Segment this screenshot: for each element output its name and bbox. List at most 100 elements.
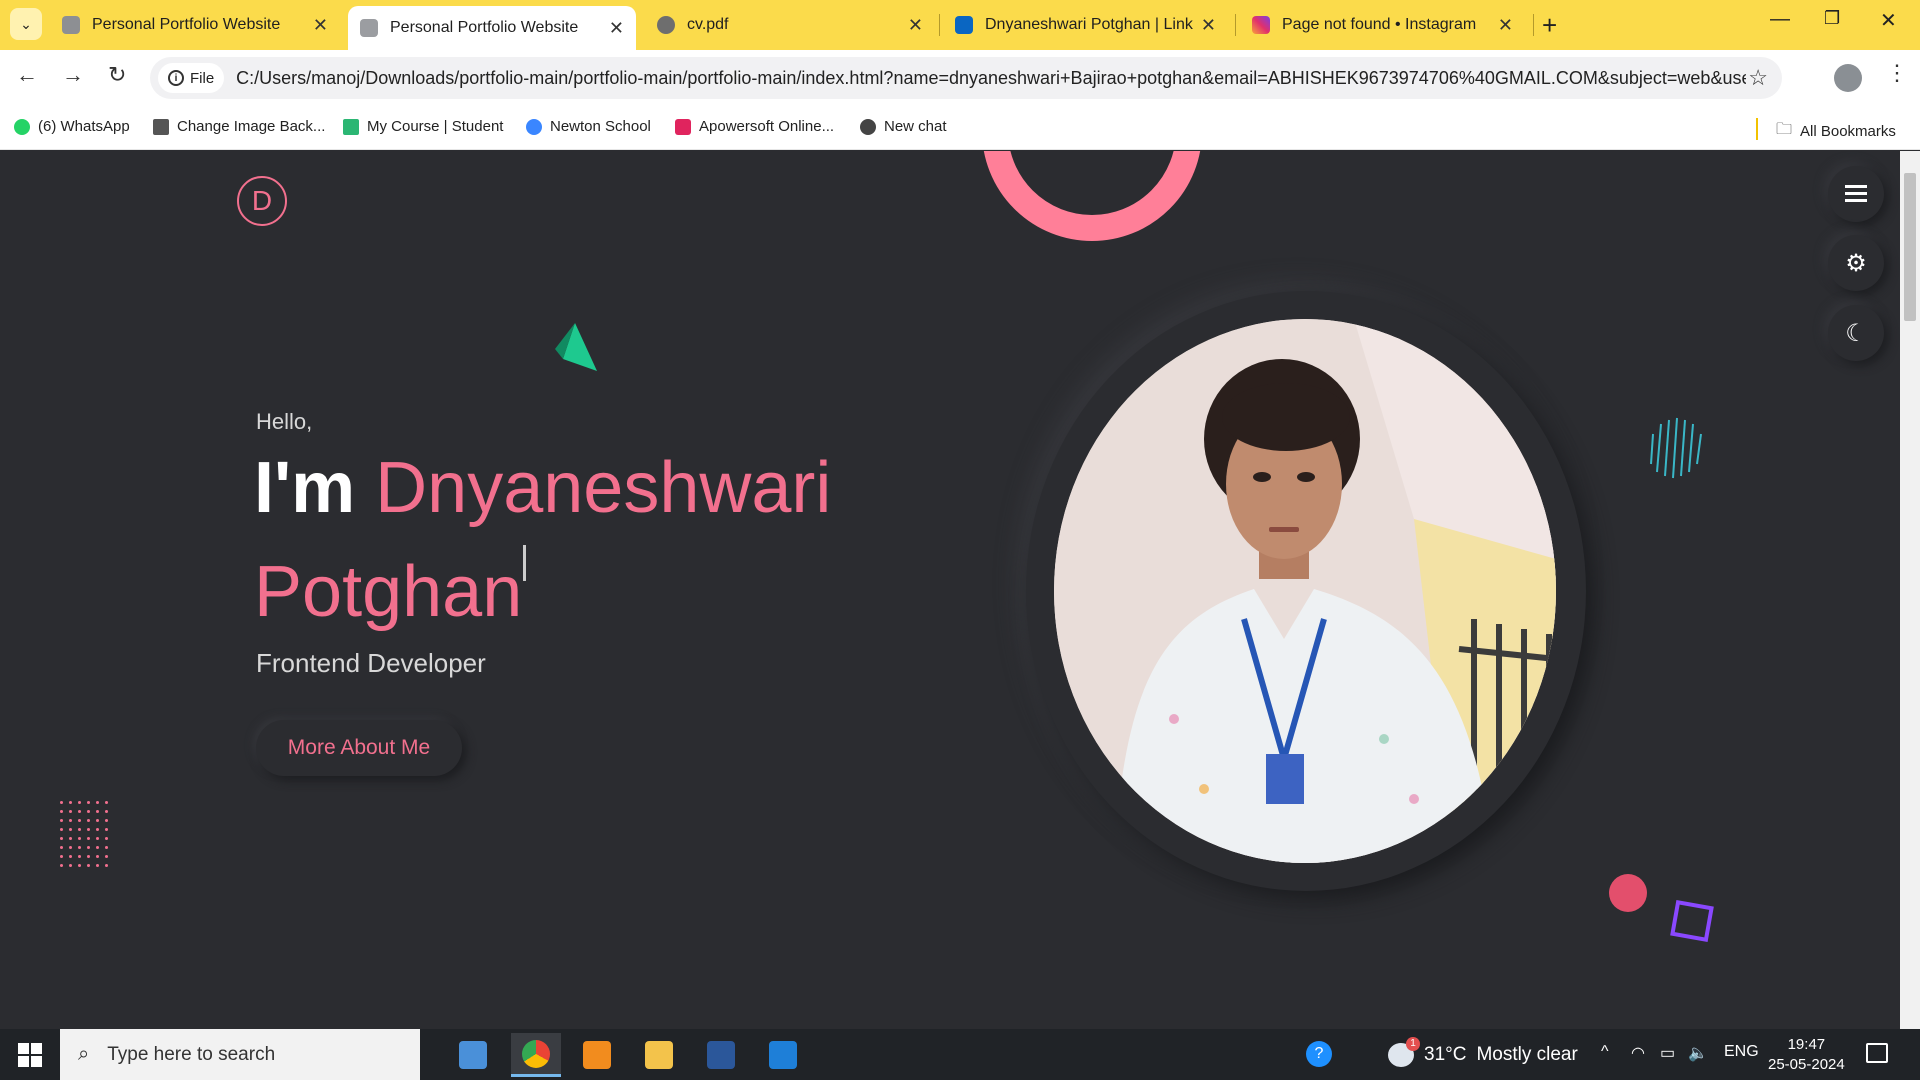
taskbar-app-word[interactable]	[696, 1033, 746, 1077]
decor-dot	[87, 828, 90, 831]
tab-portfolio-2[interactable]: Personal Portfolio Website ✕	[348, 6, 636, 50]
weather-badge: 1	[1406, 1037, 1420, 1051]
bookmark-label: New chat	[884, 118, 947, 135]
bookmark-star-icon[interactable]: ☆	[1748, 65, 1768, 91]
more-about-me-button[interactable]: More About Me	[256, 720, 462, 776]
language-indicator[interactable]: ENG	[1724, 1043, 1759, 1061]
favicon-portfolio	[62, 16, 80, 34]
close-icon[interactable]: ✕	[313, 15, 328, 36]
tab-title: Dnyaneshwari Potghan | LinkedIn	[985, 16, 1193, 33]
bookmark-change-image[interactable]: Change Image Back...	[153, 118, 325, 135]
taskbar-app-sublime[interactable]	[572, 1033, 622, 1077]
tab-title: Personal Portfolio Website	[390, 19, 579, 36]
decor-dot	[78, 855, 81, 858]
site-logo[interactable]: D	[237, 176, 287, 226]
minimize-icon[interactable]: —	[1770, 8, 1790, 31]
system-clock[interactable]: 19:47 25-05-2024	[1768, 1035, 1845, 1075]
tab-instagram[interactable]: Page not found • Instagram ✕	[1240, 6, 1525, 44]
decor-dot	[105, 819, 108, 822]
decor-dot	[78, 810, 81, 813]
moon-icon: ☾	[1845, 319, 1867, 347]
bookmark-label: Newton School	[550, 118, 651, 135]
browser-toolbar: ← → ↻ i File C:/Users/manoj/Downloads/po…	[0, 50, 1920, 108]
first-name: Dnyaneshwari	[375, 448, 832, 528]
bookmark-label: Apowersoft Online...	[699, 118, 835, 135]
bookmark-my-course[interactable]: My Course | Student	[343, 118, 503, 135]
windows-start-icon[interactable]	[18, 1043, 42, 1067]
bookmark-label: My Course | Student	[367, 118, 504, 135]
close-icon[interactable]: ✕	[908, 15, 923, 36]
site-info-label: File	[190, 69, 215, 87]
close-icon[interactable]: ✕	[1201, 15, 1216, 36]
page-scrollbar[interactable]	[1900, 151, 1920, 1029]
clock-date: 25-05-2024	[1768, 1056, 1845, 1073]
decor-dot	[69, 855, 72, 858]
iam-text: I'm	[254, 448, 356, 528]
last-name: Potghan	[254, 552, 523, 632]
whatsapp-icon	[14, 118, 30, 135]
decor-dot	[96, 801, 99, 804]
taskbar-app-task-view[interactable]	[448, 1033, 498, 1077]
tab-strip: ⌄ Personal Portfolio Website ✕ Personal …	[0, 0, 1920, 50]
tab-search-button[interactable]: ⌄	[10, 8, 42, 40]
forward-icon[interactable]: →	[62, 62, 84, 88]
decor-dot	[60, 828, 63, 831]
close-icon[interactable]: ✕	[1498, 15, 1513, 36]
volume-icon[interactable]: 🔈	[1688, 1043, 1708, 1063]
tab-separator	[1235, 14, 1236, 36]
profile-avatar[interactable]	[1834, 64, 1862, 92]
decor-dot	[105, 864, 108, 867]
bookmark-apowersoft[interactable]: Apowersoft Online...	[675, 118, 834, 135]
taskbar-app-explorer[interactable]	[634, 1033, 684, 1077]
decor-dot	[69, 819, 72, 822]
scrollbar-thumb[interactable]	[1904, 173, 1916, 321]
tab-title: Page not found • Instagram	[1282, 16, 1477, 33]
window-close-icon[interactable]: ✕	[1880, 8, 1897, 33]
notification-icon[interactable]	[1866, 1043, 1888, 1063]
close-icon[interactable]: ✕	[609, 18, 624, 39]
all-bookmarks-button[interactable]: 🗀 All Bookmarks	[1776, 118, 1896, 145]
decor-dot	[69, 846, 72, 849]
bookmark-new-chat[interactable]: New chat	[860, 118, 947, 135]
site-info-chip[interactable]: i File	[158, 63, 225, 93]
theme-toggle-button[interactable]: ☾	[1828, 305, 1884, 361]
decor-dot	[96, 837, 99, 840]
decor-dot	[78, 846, 81, 849]
menu-kebab-icon[interactable]: ⋮	[1886, 60, 1908, 86]
tab-portfolio-1[interactable]: Personal Portfolio Website ✕	[50, 6, 340, 44]
word-icon	[707, 1041, 735, 1069]
wifi-icon[interactable]: ◠	[1631, 1043, 1645, 1063]
new-tab-button[interactable]: +	[1542, 10, 1557, 41]
tab-cv-pdf[interactable]: cv.pdf ✕	[645, 6, 935, 44]
weather-widget[interactable]: 1 31°C Mostly clear	[1388, 1037, 1578, 1067]
taskbar-app-chrome[interactable]	[511, 1033, 561, 1077]
chevron-down-icon: ⌄	[20, 15, 32, 32]
taskbar-search-box[interactable]: ⌕ Type here to search	[60, 1029, 420, 1080]
decor-dot	[87, 837, 90, 840]
bookmark-newton-school[interactable]: Newton School	[526, 118, 651, 135]
battery-icon[interactable]: ▭	[1660, 1043, 1675, 1063]
tab-linkedin[interactable]: Dnyaneshwari Potghan | LinkedIn ✕	[943, 6, 1228, 44]
decor-dot	[96, 819, 99, 822]
taskbar-app-photos[interactable]	[758, 1033, 808, 1077]
search-placeholder: Type here to search	[107, 1043, 276, 1065]
portfolio-page: D ⚙ ☾ Hello, I'm Dnyaneshwari Potghan Fr…	[0, 151, 1920, 1029]
laptop-icon	[459, 1041, 487, 1069]
decor-ring	[982, 151, 1202, 241]
bookmark-whatsapp[interactable]: (6) WhatsApp	[14, 118, 130, 135]
typing-cursor	[523, 545, 526, 581]
hamburger-menu-button[interactable]	[1828, 166, 1884, 222]
decor-dot	[78, 828, 81, 831]
back-icon[interactable]: ←	[16, 62, 38, 88]
address-bar[interactable]: i File C:/Users/manoj/Downloads/portfoli…	[150, 57, 1782, 99]
decor-dot	[87, 801, 90, 804]
decor-red-circle	[1609, 874, 1647, 912]
help-icon[interactable]: ?	[1306, 1041, 1332, 1067]
bookmark-label: (6) WhatsApp	[38, 118, 130, 135]
url-text[interactable]: C:/Users/manoj/Downloads/portfolio-main/…	[236, 68, 1746, 89]
settings-button[interactable]: ⚙	[1828, 235, 1884, 291]
restore-icon[interactable]: ❐	[1824, 8, 1840, 29]
chevron-up-icon[interactable]: ^	[1601, 1043, 1609, 1061]
reload-icon[interactable]: ↻	[108, 62, 126, 88]
weather-cloud-icon: 1	[1388, 1037, 1420, 1067]
